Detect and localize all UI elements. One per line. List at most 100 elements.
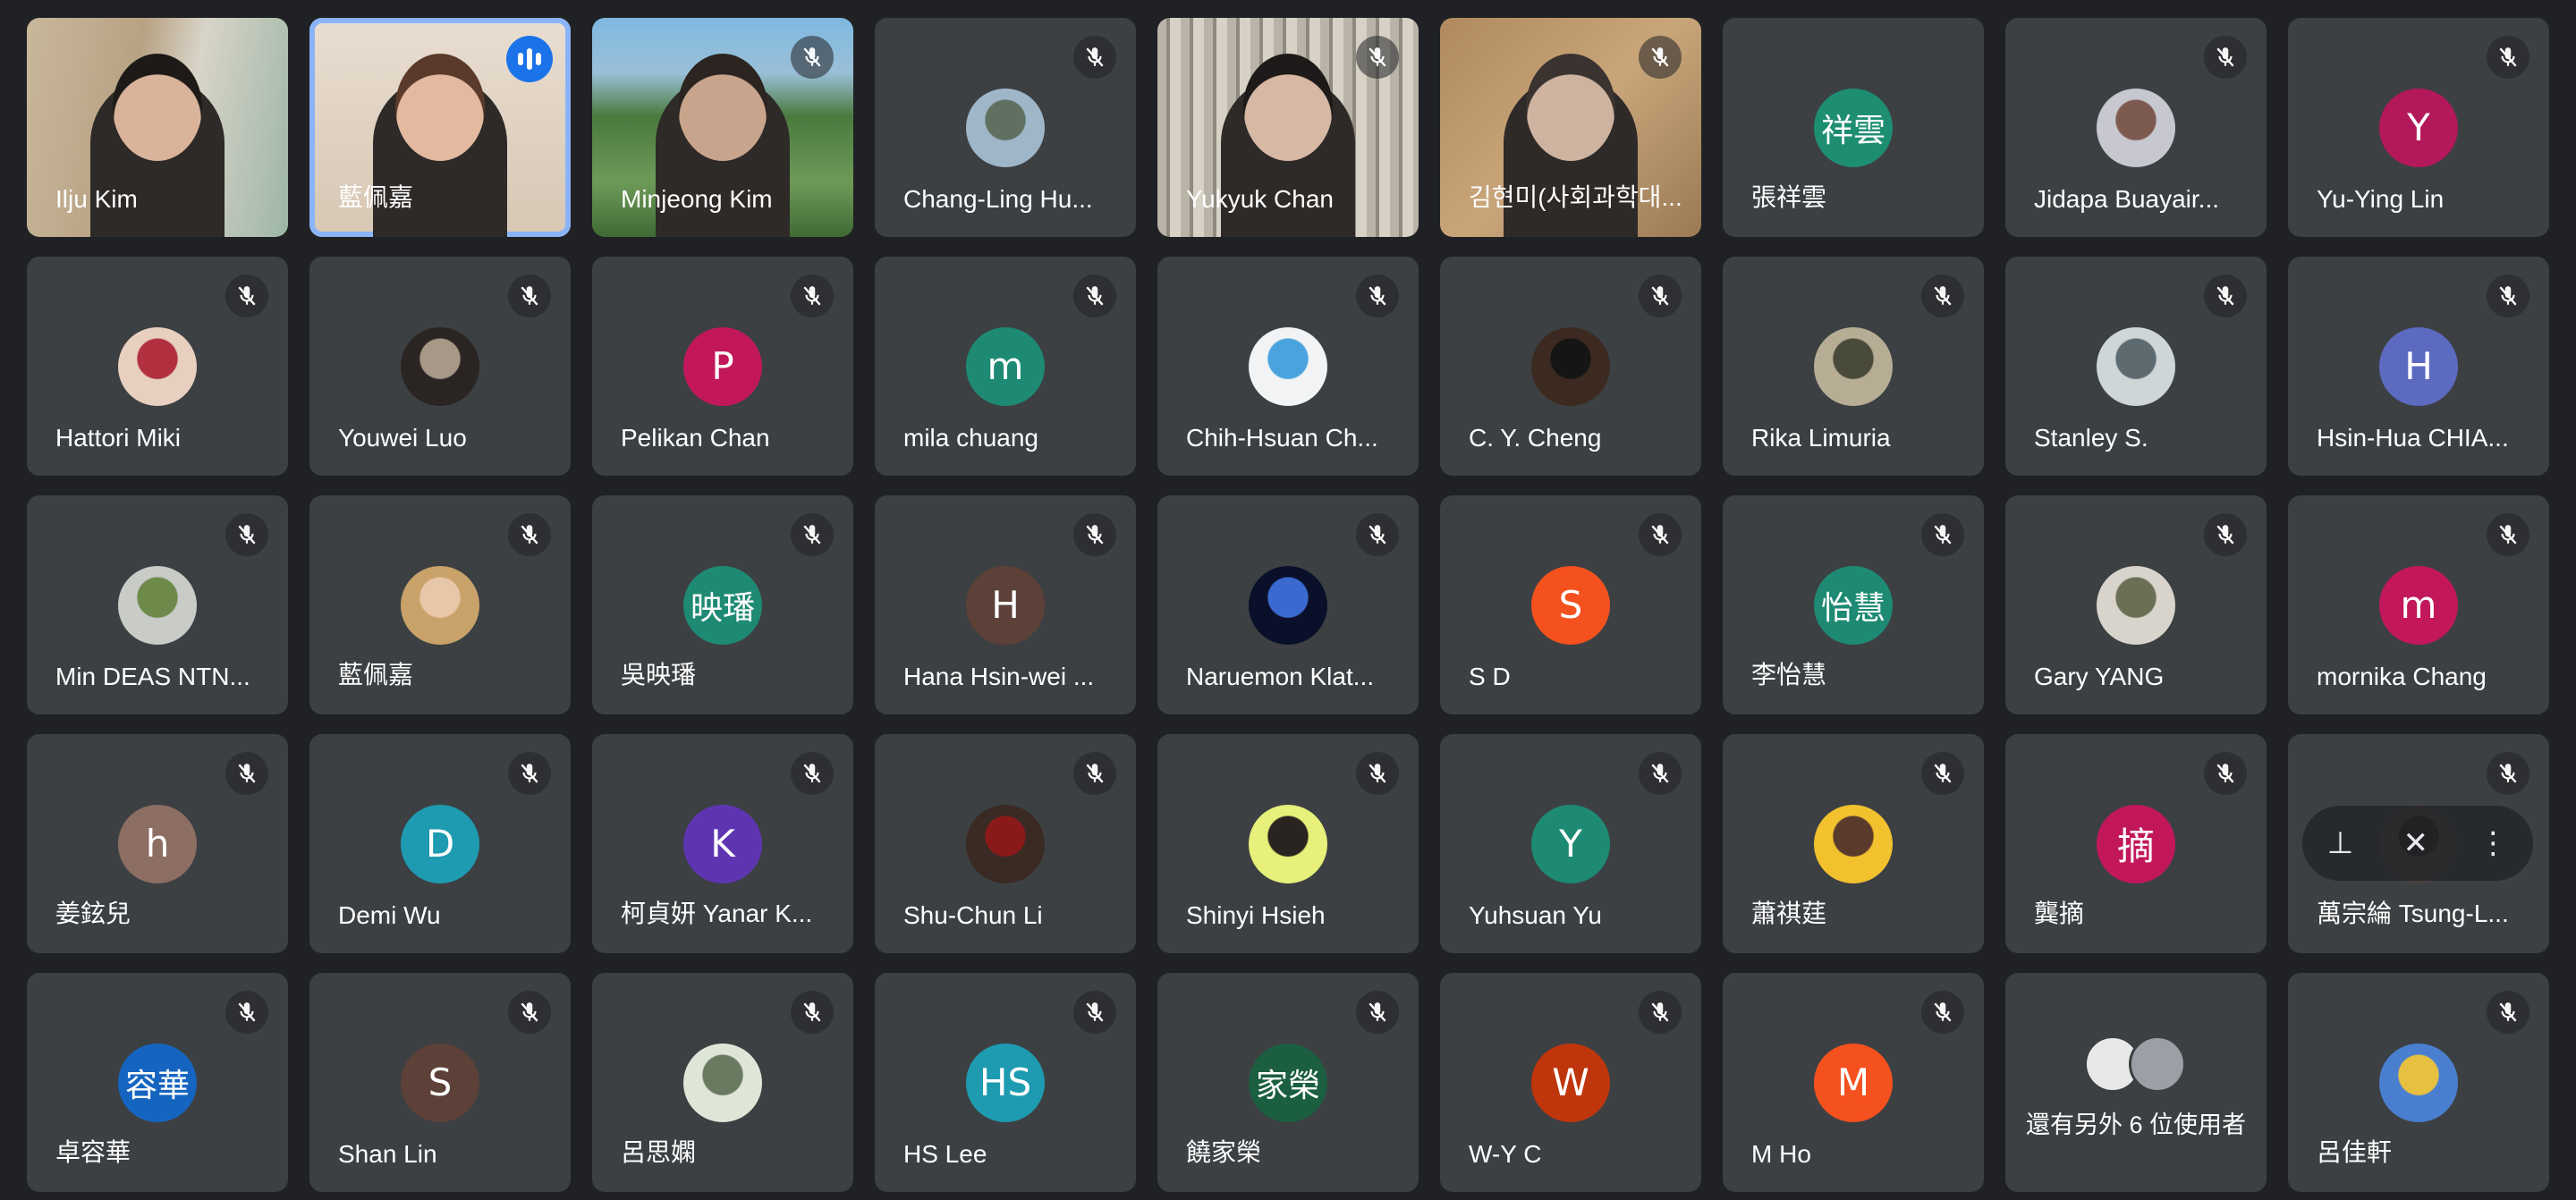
participant-tile[interactable]: Minjeong Kim [592,18,853,237]
participant-tile[interactable]: W W-Y C [1440,973,1701,1192]
participant-tile[interactable]: P Pelikan Chan [592,257,853,476]
participant-tile[interactable]: H Hsin-Hua CHIA... [2288,257,2549,476]
participant-tile[interactable]: 呂佳軒 [2288,973,2549,1192]
participant-name: HS Lee [903,1140,987,1168]
mic-off-icon [1073,513,1116,556]
participant-tile[interactable]: Y Yu-Ying Lin [2288,18,2549,237]
participant-tile[interactable]: 怡慧 李怡慧 [1723,495,1984,714]
participant-tile[interactable]: 容華 卓容華 [27,973,288,1192]
participant-tile[interactable]: Shinyi Hsieh [1157,734,1419,953]
avatar: m [2379,565,2458,645]
participant-tile[interactable]: Hattori Miki [27,257,288,476]
more-options-button[interactable]: ⋮ [2478,825,2508,861]
participant-tile[interactable]: h 姜鉉兒 [27,734,288,953]
avatar: S [401,1043,479,1122]
mic-off-icon [1073,36,1116,79]
participant-tile[interactable]: Chih-Hsuan Ch... [1157,257,1419,476]
audio-level-icon [506,36,553,82]
mic-off-icon [2487,513,2529,556]
participant-tile[interactable]: H Hana Hsin-wei ... [875,495,1136,714]
mic-off-icon [225,752,268,795]
participant-name: Yukyuk Chan [1186,185,1334,213]
participant-name: Ilju Kim [55,185,138,213]
participant-tile[interactable]: 藍佩嘉 [309,495,571,714]
participant-name: Rika Limuria [1751,424,1891,452]
mic-off-icon [508,513,551,556]
participant-name: Gary YANG [2034,663,2165,690]
avatar [2379,1043,2458,1122]
avatar: P [683,326,762,406]
mic-off-icon [1639,752,1682,795]
participant-name: 柯貞妍 Yanar K... [621,900,813,927]
avatar [2129,1035,2186,1093]
participant-tile[interactable]: Min DEAS NTN... [27,495,288,714]
video-feed-face [1526,54,1615,161]
avatar: 家榮 [1249,1043,1327,1122]
avatar: m [966,326,1045,406]
participant-tile[interactable]: 家榮 饒家榮 [1157,973,1419,1192]
participant-tile[interactable]: MM Ho [1723,973,1984,1192]
avatar [683,1043,762,1122]
remove-mute-button[interactable]: ✕ [2403,825,2429,861]
participant-tile[interactable]: 還有另外 6 位使用者 [2005,973,2267,1192]
mic-off-icon [791,991,834,1034]
avatar: 摘 [2097,804,2175,883]
participant-tile[interactable]: HS HS Lee [875,973,1136,1192]
participant-tile[interactable]: 김현미(사회과학대... [1440,18,1701,237]
mic-off-icon [225,991,268,1034]
mic-off-icon [1639,36,1682,79]
participant-tile[interactable]: 呂思嫻 [592,973,853,1192]
participant-tile[interactable]: Jidapa Buayair... [2005,18,2267,237]
avatar: Y [2379,88,2458,167]
participant-name: Hsin-Hua CHIA... [2317,424,2509,452]
video-feed-face [395,54,485,161]
participant-name: Yu-Ying Lin [2317,185,2445,213]
participant-tile[interactable]: C. Y. Cheng [1440,257,1701,476]
mic-off-icon [1921,275,1964,317]
participant-tile[interactable]: Y Yuhsuan Yu [1440,734,1701,953]
participant-name: 張祥雲 [1751,183,1827,211]
participant-tile[interactable]: D Demi Wu [309,734,571,953]
participant-tile[interactable]: Gary YANG [2005,495,2267,714]
participant-name: 呂思嫻 [621,1138,697,1166]
tile-hover-controls: ⊥ ✕ ⋮ [2302,806,2533,881]
participant-name: W-Y C [1469,1140,1542,1168]
mic-off-icon [508,991,551,1034]
participant-name: 龔摘 [2034,900,2085,927]
participant-tile[interactable]: Naruemon Klat... [1157,495,1419,714]
avatar [401,565,479,645]
avatar [1814,326,1893,406]
mic-off-icon [1639,275,1682,317]
avatar [401,326,479,406]
participant-tile[interactable]: m mila chuang [875,257,1136,476]
participant-name: Hattori Miki [55,424,182,452]
participant-tile[interactable]: 祥雲 張祥雲 [1723,18,1984,237]
participant-name: Yuhsuan Yu [1469,901,1602,929]
avatar [2097,326,2175,406]
participant-tile[interactable]: ⊥ ✕ ⋮ 萬宗綸 Tsung-L... [2288,734,2549,953]
participant-tile[interactable]: 蕭祺莛 [1723,734,1984,953]
participant-name: 李怡慧 [1751,661,1827,689]
participant-tile[interactable]: 藍佩嘉 [309,18,571,237]
participant-tile[interactable]: K 柯貞妍 Yanar K... [592,734,853,953]
participant-tile[interactable]: Chang-Ling Hu... [875,18,1136,237]
participant-tile[interactable]: Stanley S. [2005,257,2267,476]
mic-off-icon [1639,513,1682,556]
participant-tile[interactable]: S Shan Lin [309,973,571,1192]
participant-tile[interactable]: Yukyuk Chan [1157,18,1419,237]
mic-off-icon [1356,275,1399,317]
participant-tile[interactable]: Shu-Chun Li [875,734,1136,953]
participant-tile[interactable]: 映璠 吳映璠 [592,495,853,714]
participant-tile[interactable]: Rika Limuria [1723,257,1984,476]
participant-tile[interactable]: S S D [1440,495,1701,714]
participant-tile[interactable]: m mornika Chang [2288,495,2549,714]
pin-button[interactable]: ⊥ [2327,825,2354,861]
mic-off-icon [1356,752,1399,795]
participant-tile[interactable]: Youwei Luo [309,257,571,476]
participant-name: 卓容華 [55,1138,131,1166]
participant-name: Youwei Luo [338,424,467,452]
mic-off-icon [225,513,268,556]
participant-tile[interactable]: 摘龔摘 [2005,734,2267,953]
participant-tile[interactable]: Ilju Kim [27,18,288,237]
mic-off-icon [508,275,551,317]
